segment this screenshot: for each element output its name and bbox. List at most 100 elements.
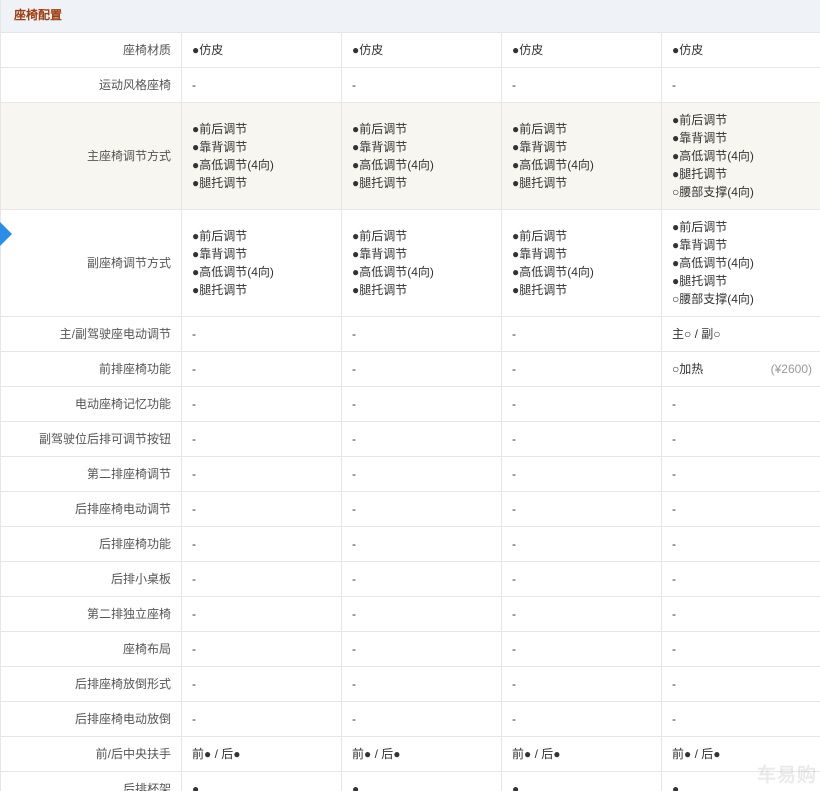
spec-value: 主○ / 副○: [672, 327, 721, 341]
spec-value-list: -: [352, 500, 356, 518]
spec-value: -: [352, 432, 356, 446]
spec-cell: -: [662, 68, 820, 102]
spec-value-list: -: [192, 325, 196, 343]
spec-cell: ●仿皮: [502, 33, 662, 67]
row-label-text: 后排座椅功能: [98, 537, 171, 551]
spec-value-list: ●: [192, 780, 199, 791]
spec-value-list: 前● / 后●: [352, 745, 401, 763]
spec-value: -: [192, 327, 196, 341]
spec-value: ●前后调节: [192, 122, 248, 136]
spec-row: 座椅材质 ●仿皮 ●仿皮 ●仿皮 ●仿皮: [0, 33, 820, 68]
spec-value: ●腿托调节: [192, 283, 248, 297]
row-label-lines: 前/后中央扶手: [96, 745, 171, 763]
spec-value: ●仿皮: [352, 43, 384, 57]
spec-value: -: [512, 397, 516, 411]
spec-cell: -: [182, 457, 342, 491]
spec-value: -: [512, 677, 516, 691]
row-label: 前/后中央扶手: [0, 737, 182, 771]
spec-cell: -: [342, 387, 502, 421]
spec-value: -: [352, 642, 356, 656]
spec-cell: -: [182, 422, 342, 456]
spec-value-list: ●前后调节 ●靠背调节 ●高低调节(4向) ●腿托调节: [512, 120, 594, 192]
spec-cell: ●前后调节 ●靠背调节 ●高低调节(4向) ●腿托调节: [502, 210, 662, 316]
spec-cell: -: [662, 632, 820, 666]
spec-row: 前排座椅功能 - - - ○加热 (¥2600): [0, 352, 820, 387]
spec-cell: -: [502, 422, 662, 456]
row-label-text: 座椅布局: [122, 642, 171, 656]
spec-value: -: [192, 537, 196, 551]
spec-value: -: [672, 467, 676, 481]
spec-value: ●靠背调节: [192, 247, 248, 261]
row-label-lines: 主/副驾驶座电动调节: [60, 325, 171, 343]
spec-value-list: ●仿皮: [192, 41, 223, 59]
spec-value: -: [352, 78, 356, 92]
spec-cell: ●: [342, 772, 502, 791]
spec-value-list: -: [672, 465, 676, 483]
spec-cell: -: [182, 317, 342, 351]
spec-cell: -: [502, 527, 662, 561]
spec-value-list: ●前后调节 ●靠背调节 ●高低调节(4向) ●腿托调节: [192, 120, 274, 192]
spec-value: -: [192, 432, 196, 446]
spec-cell: ●前后调节 ●靠背调节 ●高低调节(4向) ●腿托调节 ○腰部支撑(4向): [662, 103, 820, 209]
row-label-text: 副驾驶位后排可调节按钮: [38, 432, 171, 446]
spec-value-list: ●仿皮: [672, 41, 703, 59]
spec-cell: -: [502, 457, 662, 491]
spec-value: -: [192, 607, 196, 621]
spec-value: -: [192, 362, 196, 376]
spec-value-list: ●前后调节 ●靠背调节 ●高低调节(4向) ●腿托调节 ○腰部支撑(4向): [672, 218, 754, 308]
spec-value-list: -: [352, 675, 356, 693]
spec-cell: -: [342, 632, 502, 666]
row-label-lines: 后排小桌板: [111, 570, 171, 588]
spec-value-list: -: [352, 430, 356, 448]
row-label-text: 后排杯架: [122, 782, 171, 791]
spec-row: 后排座椅放倒形式 - - - -: [0, 667, 820, 702]
spec-value: -: [352, 502, 356, 516]
spec-value: ●靠背调节: [512, 140, 568, 154]
spec-value-list: ●前后调节 ●靠背调节 ●高低调节(4向) ●腿托调节: [512, 227, 594, 299]
spec-value: ●靠背调节: [672, 238, 728, 252]
spec-cell: -: [662, 492, 820, 526]
spec-table: 座椅材质 ●仿皮 ●仿皮 ●仿皮 ●仿皮 运动风格座椅 - - - - 主座椅调节方式 ●前后调节 ●靠…: [0, 33, 820, 791]
spec-value-list: ●前后调节 ●靠背调节 ●高低调节(4向) ●腿托调节: [352, 227, 434, 299]
spec-value: ●高低调节(4向): [192, 265, 274, 279]
spec-cell: ○加热 (¥2600): [662, 352, 820, 386]
spec-row: 副驾驶位后排可调节按钮 - - - -: [0, 422, 820, 457]
spec-value: -: [352, 467, 356, 481]
spec-value: -: [192, 502, 196, 516]
spec-cell: ●仿皮: [182, 33, 342, 67]
spec-cell: -: [342, 457, 502, 491]
spec-value-list: -: [352, 360, 356, 378]
spec-value: ●靠背调节: [512, 247, 568, 261]
spec-cell: -: [342, 68, 502, 102]
spec-value: ○加热: [672, 362, 704, 376]
spec-value-list: -: [192, 430, 196, 448]
side-nav-arrow-icon[interactable]: [0, 222, 12, 246]
row-label: 副座椅调节方式: [0, 210, 182, 316]
spec-value: ●: [192, 782, 200, 791]
spec-value: -: [672, 78, 676, 92]
row-label: 后排座椅电动放倒: [0, 702, 182, 736]
spec-value: 前● / 后●: [192, 747, 241, 761]
row-label: 第二排座椅调节: [0, 457, 182, 491]
spec-value: ●高低调节(4向): [672, 256, 754, 270]
spec-cell: ●仿皮: [342, 33, 502, 67]
row-label: 运动风格座椅: [0, 68, 182, 102]
spec-value: -: [512, 642, 516, 656]
spec-value: -: [192, 677, 196, 691]
spec-value-list: -: [192, 605, 196, 623]
spec-cell: -: [502, 562, 662, 596]
spec-cell: -: [342, 492, 502, 526]
spec-row: 座椅布局 - - - -: [0, 632, 820, 667]
spec-cell: -: [502, 632, 662, 666]
spec-value-list: -: [672, 500, 676, 518]
spec-value-list: ●仿皮: [512, 41, 543, 59]
spec-cell: -: [182, 492, 342, 526]
spec-value-list: -: [672, 710, 676, 728]
spec-cell: ●仿皮: [662, 33, 820, 67]
row-label-lines: 座椅布局: [123, 640, 171, 658]
spec-value: -: [512, 607, 516, 621]
row-label-text: 前/后中央扶手: [95, 747, 171, 761]
row-label: 副驾驶位后排可调节按钮: [0, 422, 182, 456]
spec-value: ●: [672, 782, 680, 791]
spec-row: 后排杯架 ● ● ● ●: [0, 772, 820, 791]
